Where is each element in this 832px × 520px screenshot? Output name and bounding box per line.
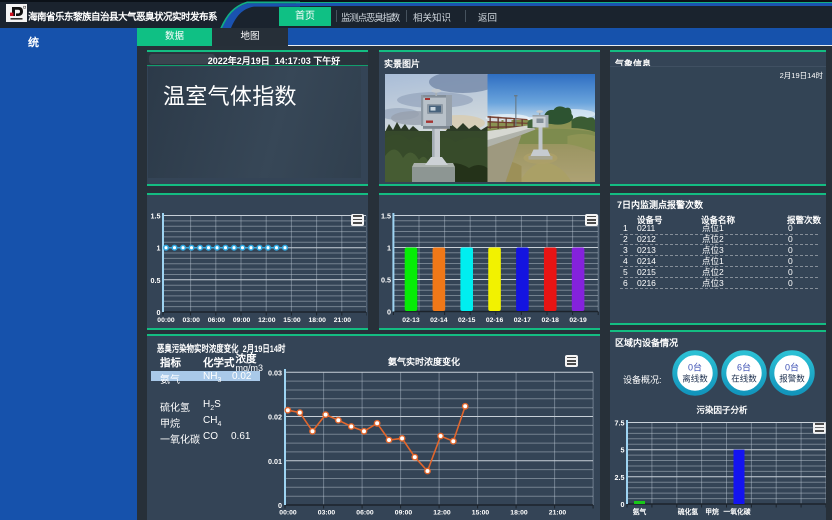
- svg-text:0.03: 0.03: [268, 368, 282, 377]
- svg-text:2.5: 2.5: [615, 473, 625, 482]
- svg-text:02-15: 02-15: [458, 317, 476, 324]
- svg-text:03:00: 03:00: [183, 317, 201, 324]
- svg-text:18:00: 18:00: [309, 317, 327, 324]
- svg-text:15:00: 15:00: [472, 510, 490, 517]
- svg-text:06:00: 06:00: [356, 510, 374, 517]
- svg-text:18:00: 18:00: [510, 510, 528, 517]
- svg-text:6台: 6台: [737, 362, 751, 373]
- svg-text:12:00: 12:00: [258, 317, 276, 324]
- svg-text:0.02: 0.02: [268, 413, 282, 422]
- svg-text:00:00: 00:00: [157, 317, 175, 324]
- svg-text:0: 0: [157, 308, 161, 317]
- svg-text:02-19: 02-19: [569, 317, 587, 324]
- svg-text:0.01: 0.01: [268, 457, 282, 466]
- svg-text:02-13: 02-13: [402, 317, 420, 324]
- svg-text:报警数: 报警数: [779, 374, 805, 384]
- svg-text:在线数: 在线数: [731, 374, 757, 384]
- svg-text:一氧化碳: 一氧化碳: [723, 507, 750, 516]
- svg-text:02-16: 02-16: [486, 317, 504, 324]
- svg-text:21:00: 21:00: [549, 510, 567, 517]
- svg-text:21:00: 21:00: [334, 317, 352, 324]
- svg-text:0台: 0台: [785, 362, 799, 373]
- svg-text:12:00: 12:00: [433, 510, 451, 517]
- svg-text:15:00: 15:00: [283, 317, 301, 324]
- svg-text:06:00: 06:00: [208, 317, 226, 324]
- svg-text:00:00: 00:00: [279, 510, 297, 517]
- svg-text:02-14: 02-14: [430, 317, 448, 324]
- svg-text:03:00: 03:00: [318, 510, 336, 517]
- svg-text:02-18: 02-18: [542, 317, 560, 324]
- svg-text:1.5: 1.5: [381, 212, 391, 221]
- svg-text:09:00: 09:00: [233, 317, 251, 324]
- svg-text:0: 0: [387, 308, 391, 317]
- svg-text:09:00: 09:00: [395, 510, 413, 517]
- svg-text:0台: 0台: [688, 362, 702, 373]
- svg-text:0: 0: [621, 500, 625, 509]
- svg-text:7.5: 7.5: [615, 419, 625, 428]
- svg-text:0.5: 0.5: [381, 276, 391, 285]
- svg-text:1: 1: [157, 244, 161, 253]
- svg-text:1.5: 1.5: [151, 212, 161, 221]
- svg-text:氨气: 氨气: [633, 507, 647, 516]
- svg-text:硫化氢: 硫化氢: [678, 507, 699, 516]
- svg-text:1: 1: [387, 244, 391, 253]
- svg-text:0.5: 0.5: [151, 276, 161, 285]
- svg-text:甲烷: 甲烷: [705, 507, 719, 516]
- svg-text:5: 5: [621, 446, 625, 455]
- svg-text:02-17: 02-17: [514, 317, 532, 324]
- svg-text:离线数: 离线数: [682, 374, 708, 384]
